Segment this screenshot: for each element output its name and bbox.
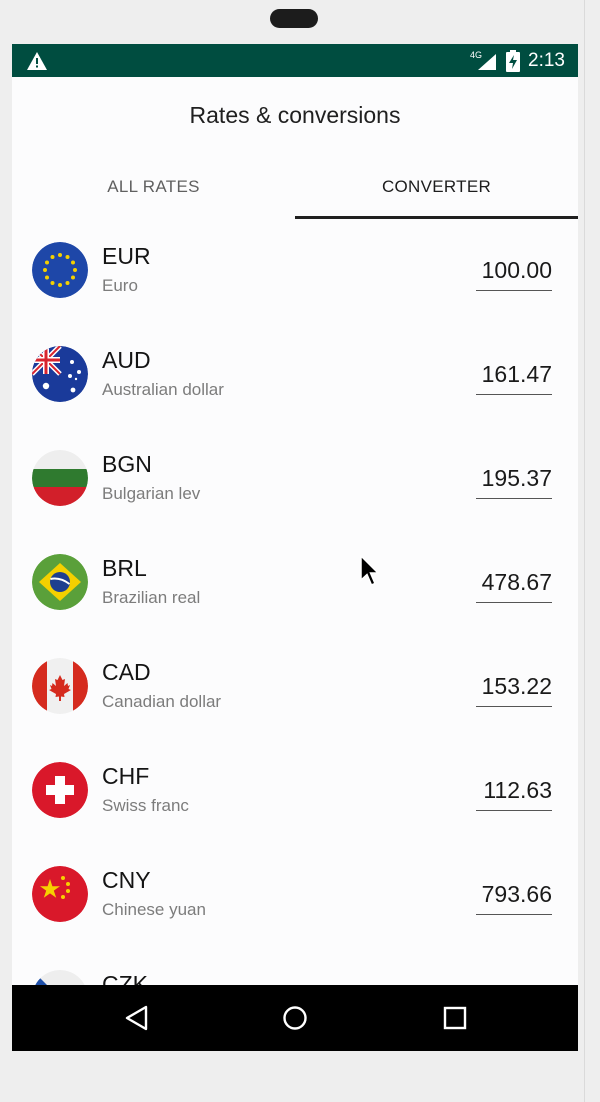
currency-code: CHF <box>102 763 150 789</box>
signal-icon <box>478 54 496 70</box>
status-time: 2:13 <box>528 50 565 71</box>
currency-code: BRL <box>102 555 147 581</box>
canada-flag-icon <box>32 658 88 714</box>
battery-charging-icon <box>506 50 520 72</box>
currency-name: Canadian dollar <box>102 692 222 711</box>
tab-converter[interactable]: CONVERTER <box>295 164 578 219</box>
currency-row-cny[interactable]: CNY Chinese yuan 793.66 <box>12 843 578 947</box>
phone-screen: 4G 2:13 Rates & conversions ALL RATES CO… <box>12 44 578 1051</box>
currency-row-brl[interactable]: BRL Brazilian real 478.67 <box>12 531 578 635</box>
tab-bar: ALL RATES CONVERTER <box>12 164 578 219</box>
amount-input-cny[interactable]: 793.66 <box>476 878 552 915</box>
eu-flag-icon <box>32 242 88 298</box>
currency-code: EUR <box>102 243 151 269</box>
currency-code: BGN <box>102 451 152 477</box>
switzerland-flag-icon <box>32 762 88 818</box>
currency-code: CNY <box>102 867 151 893</box>
amount-input-chf[interactable]: 112.63 <box>476 774 552 811</box>
page-title: Rates & conversions <box>189 102 401 128</box>
amount-input-aud[interactable]: 161.47 <box>476 358 552 395</box>
status-bar: 4G 2:13 <box>12 44 578 77</box>
home-icon[interactable] <box>280 1003 310 1033</box>
currency-row-aud[interactable]: AUD Australian dollar 161.47 <box>12 323 578 427</box>
currency-name: Brazilian real <box>102 588 201 607</box>
currency-row-eur[interactable]: EUR Euro 100.00 <box>12 219 578 323</box>
recents-icon[interactable] <box>440 1003 470 1033</box>
brazil-flag-icon <box>32 554 88 610</box>
currency-code: AUD <box>102 347 151 373</box>
currency-name: Swiss franc <box>102 796 189 815</box>
currency-name: Chinese yuan <box>102 900 206 919</box>
currency-name: Australian dollar <box>102 380 224 399</box>
currency-row-cad[interactable]: CAD Canadian dollar 153.22 <box>12 635 578 739</box>
currency-row-chf[interactable]: CHF Swiss franc 112.63 <box>12 739 578 843</box>
back-icon[interactable] <box>122 1003 152 1033</box>
currency-name: Euro <box>102 276 138 295</box>
australia-flag-icon <box>32 346 88 402</box>
currency-name: Bulgarian lev <box>102 484 201 503</box>
tab-all-rates[interactable]: ALL RATES <box>12 164 295 219</box>
bulgaria-flag-icon <box>32 450 88 506</box>
amount-input-cad[interactable]: 153.22 <box>476 670 552 707</box>
device-speaker <box>270 9 318 28</box>
currency-row-bgn[interactable]: BGN Bulgarian lev 195.37 <box>12 427 578 531</box>
amount-input-bgn[interactable]: 195.37 <box>476 462 552 499</box>
device-edge <box>584 0 585 1102</box>
amount-input-brl[interactable]: 478.67 <box>476 566 552 603</box>
warning-icon <box>27 52 47 70</box>
currency-code: CAD <box>102 659 151 685</box>
amount-input-eur[interactable]: 100.00 <box>476 254 552 291</box>
navigation-bar <box>12 985 578 1051</box>
china-flag-icon <box>32 866 88 922</box>
mouse-cursor-icon <box>360 555 380 586</box>
